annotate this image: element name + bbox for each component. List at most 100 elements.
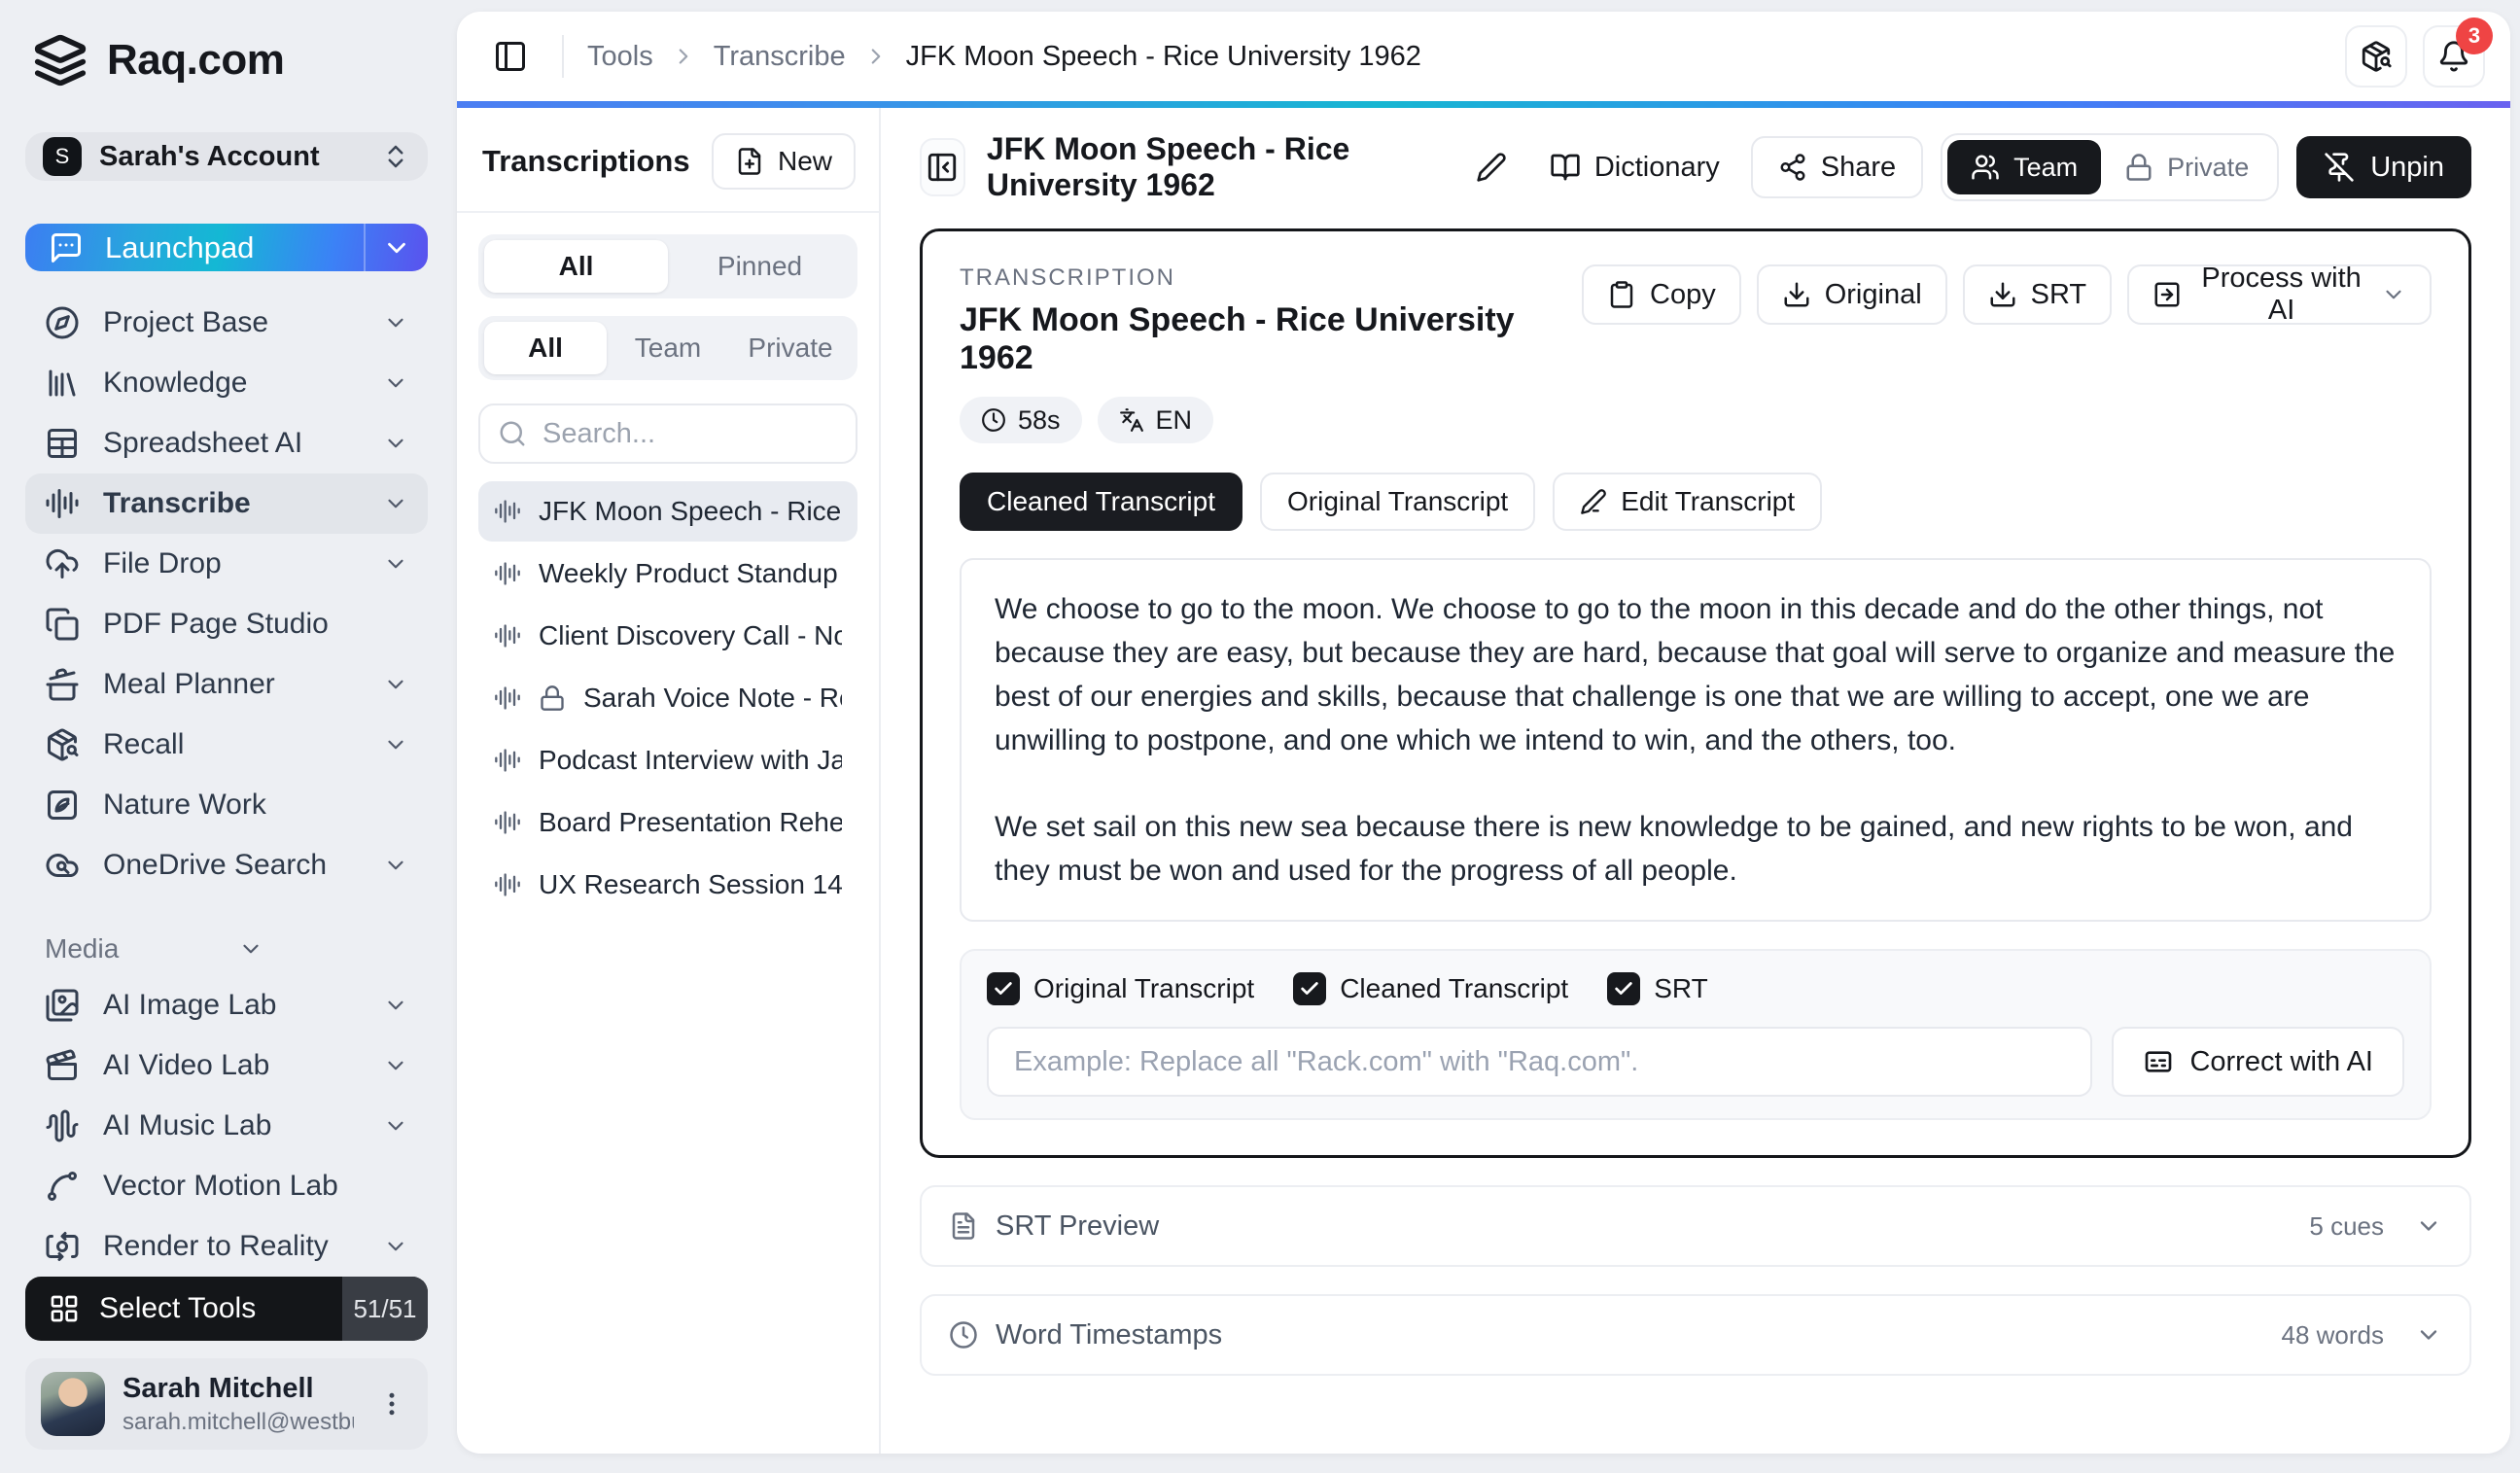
sidebar-item-ai-image-lab[interactable]: AI Image Lab: [25, 975, 428, 1035]
sidebar-item-project-base[interactable]: Project Base: [25, 293, 428, 353]
list-item[interactable]: Weekly Product Standup - 17 Feb: [478, 544, 858, 604]
images-icon: [45, 988, 80, 1023]
audio-lines-icon: [494, 684, 521, 712]
word-timestamps-row[interactable]: Word Timestamps 48 words: [920, 1294, 2471, 1376]
sidebar-item-recall[interactable]: Recall: [25, 715, 428, 775]
list-item[interactable]: Podcast Interview with James Th...: [478, 730, 858, 790]
lock-icon: [539, 684, 566, 712]
word-timestamps-label: Word Timestamps: [996, 1318, 1223, 1350]
list-item[interactable]: Client Discovery Call - Northfield ...: [478, 606, 858, 666]
sidebar-item-transcribe[interactable]: Transcribe: [25, 473, 428, 534]
sidebar-item-spreadsheet-ai[interactable]: Spreadsheet AI: [25, 413, 428, 473]
kebab-menu-icon[interactable]: [371, 1389, 412, 1419]
transcriptions-panel: Transcriptions New All Pinned All Team P…: [457, 108, 881, 1454]
process-with-ai-button[interactable]: Process with AI: [2127, 263, 2432, 326]
cloud-search-icon: [45, 848, 80, 883]
share-icon: [1778, 153, 1807, 182]
checkbox-srt[interactable]: SRT: [1607, 972, 1708, 1005]
brand-logo: Raq.com: [25, 27, 428, 93]
recall-search-button[interactable]: [2345, 25, 2407, 88]
filter-all-tab[interactable]: All: [484, 240, 668, 293]
audio-lines-icon: [494, 809, 521, 836]
breadcrumb-current: JFK Moon Speech - Rice University 1962: [905, 40, 1421, 72]
breadcrumb-tools[interactable]: Tools: [587, 41, 653, 73]
download-icon: [1988, 280, 2017, 309]
checkbox-original-transcript[interactable]: Original Transcript: [987, 972, 1254, 1005]
notifications-button[interactable]: 3: [2423, 18, 2493, 88]
chevron-down-icon: [383, 1234, 408, 1259]
private-toggle[interactable]: Private: [2101, 140, 2272, 194]
audio-lines-icon: [45, 486, 80, 521]
sidebar-item-meal-planner[interactable]: Meal Planner: [25, 654, 428, 715]
srt-preview-row[interactable]: SRT Preview 5 cues: [920, 1185, 2471, 1267]
chevron-down-icon: [383, 732, 408, 757]
list-item[interactable]: UX Research Session 14 - Onboar...: [478, 855, 858, 915]
clock-icon: [981, 407, 1006, 433]
team-toggle[interactable]: Team: [1947, 140, 2102, 194]
user-card[interactable]: Sarah Mitchell sarah.mitchell@westbur...: [25, 1358, 428, 1450]
accent-gradient-bar: [457, 101, 2510, 108]
sidebar-item-onedrive-search[interactable]: OneDrive Search: [25, 835, 428, 895]
check-icon: [1607, 972, 1641, 1005]
sidebar-item-nature-work[interactable]: Nature Work: [25, 775, 428, 835]
scope-private-tab[interactable]: Private: [729, 322, 852, 374]
copy-button[interactable]: Copy: [1582, 264, 1741, 325]
scope-team-tab[interactable]: Team: [607, 322, 729, 374]
search-input[interactable]: [542, 417, 838, 450]
checkbox-cleaned-transcript[interactable]: Cleaned Transcript: [1293, 972, 1568, 1005]
panel-title: Transcriptions: [482, 144, 690, 178]
sidebar-item-vector-motion-lab[interactable]: Vector Motion Lab: [25, 1156, 428, 1216]
page-title: JFK Moon Speech - Rice University 1962: [986, 131, 1350, 202]
language-badge: EN: [1097, 397, 1214, 443]
edit-title-button[interactable]: [1468, 144, 1515, 191]
package-search-icon: [45, 727, 80, 762]
list-item[interactable]: JFK Moon Speech - Rice Universi...: [478, 481, 858, 542]
tab-cleaned-transcript[interactable]: Cleaned Transcript: [960, 473, 1243, 531]
compass-icon: [45, 305, 80, 340]
user-name: Sarah Mitchell: [122, 1372, 314, 1404]
chevron-down-icon: [383, 672, 408, 697]
download-original-button[interactable]: Original: [1756, 264, 1947, 325]
account-switcher[interactable]: S Sarah's Account: [25, 132, 428, 182]
file-text-icon: [949, 1211, 978, 1241]
chevron-right-icon: [671, 44, 696, 69]
topbar: Tools Transcribe JFK Moon Speech - Rice …: [457, 12, 2510, 101]
visibility-toggle: Team Private: [1941, 133, 2280, 201]
launchpad-expand-button[interactable]: [364, 224, 428, 271]
search-box: [478, 403, 858, 464]
sidebar-item-file-drop[interactable]: File Drop: [25, 534, 428, 594]
transcript-paragraph: We choose to go to the moon. We choose t…: [995, 593, 2396, 756]
chevron-down-icon: [383, 431, 408, 456]
breadcrumb-transcribe[interactable]: Transcribe: [714, 41, 846, 73]
check-icon: [987, 972, 1020, 1005]
unpin-button[interactable]: Unpin: [2296, 136, 2471, 198]
list-item[interactable]: Sarah Voice Note - Rebrand T...: [478, 668, 858, 728]
scope-all-tab[interactable]: All: [484, 322, 607, 374]
audio-waveform-icon: [45, 1108, 80, 1143]
filter-pinned-tab[interactable]: Pinned: [668, 240, 852, 293]
media-section-toggle[interactable]: Media: [25, 923, 428, 975]
sidebar-item-ai-music-lab[interactable]: AI Music Lab: [25, 1096, 428, 1156]
sidebar-toggle-button[interactable]: [482, 28, 539, 85]
audio-lines-icon: [494, 747, 521, 774]
sidebar-item-pdf-page-studio[interactable]: PDF Page Studio: [25, 594, 428, 654]
select-tools-button[interactable]: Select Tools 51/51: [25, 1277, 428, 1341]
new-transcription-button[interactable]: New: [711, 133, 856, 190]
check-icon: [1293, 972, 1327, 1005]
sidebar-item-ai-video-lab[interactable]: AI Video Lab: [25, 1035, 428, 1096]
sidebar-item-render-to-reality[interactable]: Render to Reality: [25, 1216, 428, 1277]
dictionary-button[interactable]: Dictionary: [1536, 137, 1733, 197]
sidebar-nav: Project Base Knowledge Spreadsheet AI Tr…: [25, 293, 428, 1277]
download-srt-button[interactable]: SRT: [1962, 264, 2113, 325]
tab-edit-transcript[interactable]: Edit Transcript: [1553, 473, 1823, 531]
chevron-down-icon: [383, 310, 408, 335]
collapse-panel-button[interactable]: [920, 138, 965, 196]
correction-input[interactable]: [987, 1027, 2093, 1097]
sidebar-item-knowledge[interactable]: Knowledge: [25, 353, 428, 413]
clock-icon: [949, 1320, 978, 1350]
share-button[interactable]: Share: [1750, 136, 1924, 198]
correct-with-ai-button[interactable]: Correct with AI: [2112, 1027, 2404, 1097]
list-item[interactable]: Board Presentation Rehearsal: [478, 792, 858, 853]
launchpad-button[interactable]: Launchpad: [25, 224, 428, 271]
tab-original-transcript[interactable]: Original Transcript: [1260, 473, 1536, 531]
